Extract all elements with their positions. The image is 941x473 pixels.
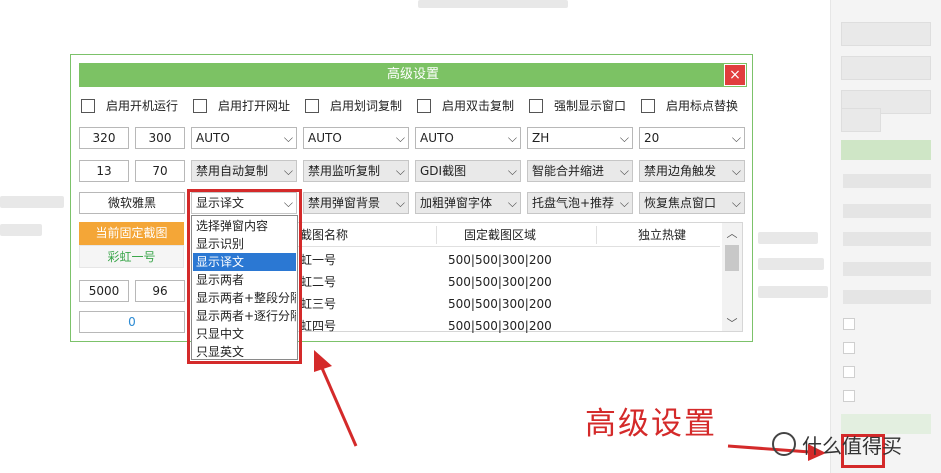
annotation-arrows (314, 350, 826, 461)
arrow-head (314, 350, 332, 372)
annotation-label: 高级设置 (585, 406, 717, 442)
watermark-logo-icon (772, 432, 796, 456)
watermark-text: 什么值得买 (802, 434, 902, 458)
arrow-to-dropdown (320, 367, 358, 447)
arrow-to-button (727, 444, 811, 454)
